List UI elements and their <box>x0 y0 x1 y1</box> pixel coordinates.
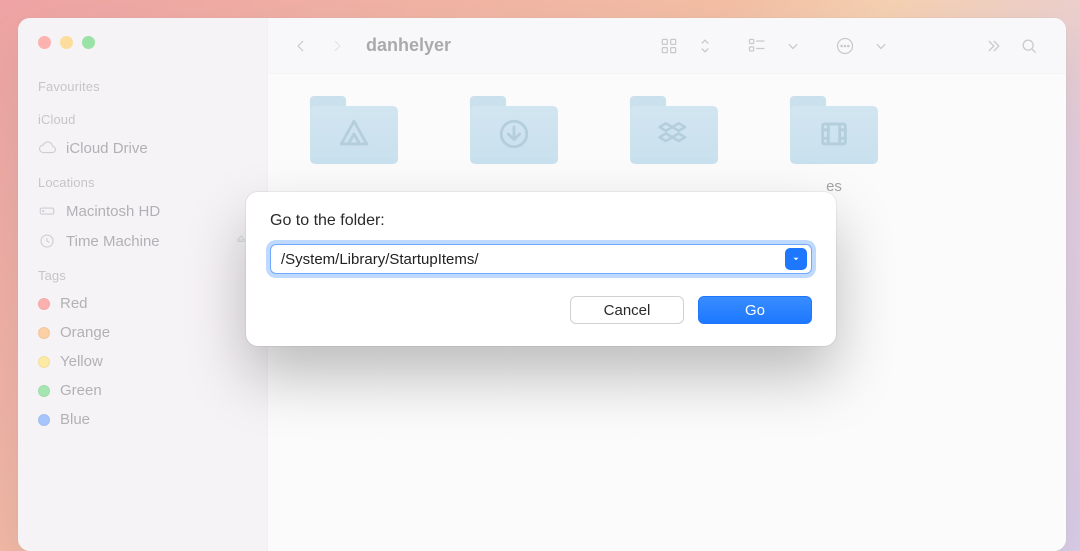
cancel-button[interactable]: Cancel <box>570 296 684 324</box>
sidebar-item-label: Blue <box>60 411 90 428</box>
dropbox-glyph-icon <box>630 104 718 164</box>
tag-dot-red <box>38 298 50 310</box>
sidebar-section-icloud: iCloud <box>18 100 267 133</box>
view-icons-button[interactable] <box>654 31 684 61</box>
sidebar-item-time-machine[interactable]: Time Machine <box>18 226 267 256</box>
overflow-button[interactable] <box>978 31 1008 61</box>
sidebar-item-label: Green <box>60 382 102 399</box>
go-to-folder-dialog: Go to the folder: Cancel Go <box>246 192 836 346</box>
dialog-title: Go to the folder: <box>270 212 812 230</box>
sidebar-item-macintosh-hd[interactable]: Macintosh HD <box>18 196 267 226</box>
dialog-button-row: Cancel Go <box>270 296 812 324</box>
close-window-button[interactable] <box>38 36 51 49</box>
view-switcher-chevrons-icon[interactable] <box>690 31 720 61</box>
window-title: danhelyer <box>366 35 451 56</box>
movies-glyph-icon <box>790 104 878 164</box>
folder-downloads[interactable] <box>464 92 564 195</box>
toolbar-right-cluster <box>654 31 1044 61</box>
folder-icon <box>790 92 878 164</box>
button-label: Go <box>745 302 765 319</box>
folder-applications[interactable] <box>304 92 404 195</box>
search-button[interactable] <box>1014 31 1044 61</box>
sidebar-tag-orange[interactable]: Orange <box>18 318 267 347</box>
folder-path-input[interactable] <box>271 251 785 268</box>
group-by-button[interactable] <box>742 31 772 61</box>
applications-glyph-icon <box>310 104 398 164</box>
sidebar-tag-red[interactable]: Red <box>18 289 267 318</box>
sidebar-item-label: Macintosh HD <box>66 203 160 220</box>
sidebar-tag-yellow[interactable]: Yellow <box>18 347 267 376</box>
sidebar-section-favourites: Favourites <box>18 67 267 100</box>
folder-dropbox[interactable] <box>624 92 724 195</box>
sidebar-item-label: Time Machine <box>66 233 160 250</box>
button-label: Cancel <box>604 302 651 319</box>
go-button[interactable]: Go <box>698 296 812 324</box>
sidebar: Favourites iCloud iCloud Drive Locations… <box>18 18 268 551</box>
cloud-icon <box>38 139 56 157</box>
downloads-glyph-icon <box>470 104 558 164</box>
sidebar-section-tags: Tags <box>18 256 267 289</box>
forward-button[interactable] <box>326 35 348 57</box>
folder-icon <box>470 92 558 164</box>
combobox-dropdown-button[interactable] <box>785 248 807 270</box>
sidebar-section-locations: Locations <box>18 163 267 196</box>
sidebar-tag-green[interactable]: Green <box>18 376 267 405</box>
minimize-window-button[interactable] <box>60 36 73 49</box>
sidebar-item-label: Yellow <box>60 353 103 370</box>
sidebar-item-label: Red <box>60 295 88 312</box>
chevron-down-icon[interactable] <box>866 31 896 61</box>
folder-movies[interactable]: es <box>784 92 884 195</box>
action-menu-button[interactable] <box>830 31 860 61</box>
sidebar-tag-blue[interactable]: Blue <box>18 405 267 434</box>
window-traffic-lights <box>18 36 267 49</box>
toolbar: danhelyer <box>268 18 1066 74</box>
disk-icon <box>38 202 56 220</box>
folder-icon <box>630 92 718 164</box>
time-machine-icon <box>38 232 56 250</box>
folder-path-combobox[interactable] <box>270 244 812 274</box>
sidebar-item-label: Orange <box>60 324 110 341</box>
tag-dot-blue <box>38 414 50 426</box>
tag-dot-orange <box>38 327 50 339</box>
sidebar-item-label: iCloud Drive <box>66 140 148 157</box>
sidebar-item-icloud-drive[interactable]: iCloud Drive <box>18 133 267 163</box>
tag-dot-yellow <box>38 356 50 368</box>
back-button[interactable] <box>290 35 312 57</box>
tag-dot-green <box>38 385 50 397</box>
maximize-window-button[interactable] <box>82 36 95 49</box>
folder-icon <box>310 92 398 164</box>
chevron-down-icon[interactable] <box>778 31 808 61</box>
